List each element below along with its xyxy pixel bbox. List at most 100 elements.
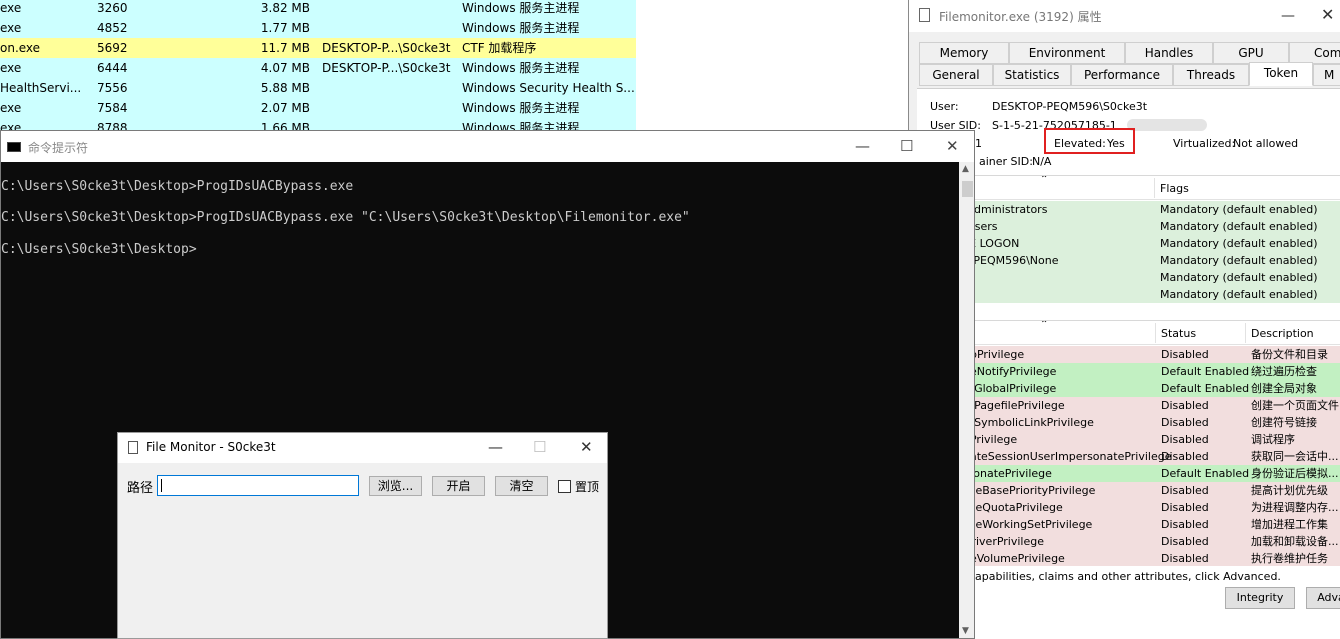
tab-memory[interactable]: Memory	[919, 42, 1009, 64]
process-row[interactable]: exe 6444 4.07 MB DESKTOP-P...\S0cke3t Window…	[0, 58, 636, 78]
minimize-button[interactable]: —	[488, 438, 503, 456]
group-flags: Mandatory (default enabled)	[1160, 237, 1318, 250]
topmost-checkbox[interactable]	[558, 480, 571, 493]
close-button[interactable]: ✕	[1321, 5, 1334, 24]
privilege-name: gateSessionUserImpersonatePrivilege	[965, 450, 1172, 463]
process-description: Windows 服务主进程	[462, 61, 580, 75]
privilege-row[interactable]: tePagefilePrivilege Disabled 创建一个页面文件	[965, 397, 1340, 414]
tab-gpu[interactable]: GPU	[1213, 42, 1289, 64]
elevated-highlight-box	[1044, 128, 1135, 154]
sort-up-icon[interactable]: ⌃	[1040, 176, 1048, 185]
container-sid-value: N/A	[1032, 155, 1052, 168]
process-pid: 7556	[97, 81, 128, 95]
privilege-description: 提高计划优先级	[1251, 484, 1328, 497]
clear-button[interactable]: 清空	[495, 476, 548, 496]
group-flags: Mandatory (default enabled)	[1160, 220, 1318, 233]
process-name: exe	[0, 21, 22, 35]
privilege-description: 为进程调整内存...	[1251, 501, 1339, 514]
tab-handles[interactable]: Handles	[1125, 42, 1213, 64]
start-button[interactable]: 开启	[432, 476, 485, 496]
status-column-header[interactable]: Status	[1161, 327, 1196, 340]
integrity-button[interactable]: Integrity	[1225, 587, 1295, 609]
privilege-name: aseWorkingSetPrivilege	[965, 518, 1093, 531]
browse-button[interactable]: 浏览...	[369, 476, 422, 496]
process-pid: 4852	[97, 21, 128, 35]
flags-column-header[interactable]: Flags	[1160, 182, 1189, 195]
scroll-thumb[interactable]	[962, 181, 973, 197]
privilege-status: Default Enabled	[1161, 382, 1250, 395]
process-memory: 5.88 MB	[260, 81, 310, 95]
group-flags: Mandatory (default enabled)	[1160, 288, 1318, 301]
privilege-row[interactable]: aseWorkingSetPrivilege Disabled 增加进程工作集	[965, 516, 1340, 533]
description-column-header[interactable]: Description	[1251, 327, 1314, 340]
group-row[interactable]: \Users Mandatory (default enabled)	[965, 218, 1340, 235]
group-row[interactable]: Mandatory (default enabled)	[965, 286, 1340, 303]
process-row[interactable]: on.exe 5692 11.7 MB DESKTOP-P...\S0cke3t CTF…	[0, 38, 636, 58]
tab-general[interactable]: General	[919, 64, 993, 86]
group-row[interactable]: \Administrators Mandatory (default enable…	[965, 201, 1340, 218]
privilege-status: Disabled	[1161, 484, 1209, 497]
vertical-scrollbar[interactable]: ▲ ▼	[959, 162, 974, 638]
tab-statistics[interactable]: Statistics	[993, 64, 1071, 86]
privilege-status: Disabled	[1161, 450, 1209, 463]
process-row[interactable]: exe 4852 1.77 MB Windows 服务主进程	[0, 18, 636, 38]
maximize-button[interactable]: ☐	[533, 438, 546, 456]
file-monitor-title-bar[interactable]: File Monitor - S0cke3t — ☐ ✕	[118, 433, 607, 463]
advanced-button[interactable]: Adva	[1306, 587, 1340, 609]
tab-more[interactable]: M	[1313, 64, 1340, 86]
process-row[interactable]: exe 7584 2.07 MB Windows 服务主进程	[0, 98, 636, 118]
tab-performance[interactable]: Performance	[1071, 64, 1173, 86]
scroll-up-icon[interactable]: ▲	[962, 164, 969, 174]
process-user: DESKTOP-P...\S0cke3t	[322, 61, 451, 75]
close-button[interactable]: ✕	[580, 438, 593, 456]
privilege-row[interactable]: rsonatePrivilege Default Enabled 身份验证后模拟..…	[965, 465, 1340, 482]
privilege-row[interactable]: teSymbolicLinkPrivilege Disabled 创建符号链接	[965, 414, 1340, 431]
cmd-title: 命令提示符	[28, 141, 89, 155]
group-row[interactable]: P-PEQM596\None Mandatory (default enabled…	[965, 252, 1340, 269]
process-description: Windows Security Health S...	[462, 81, 635, 95]
privilege-status: Disabled	[1161, 399, 1209, 412]
tab-environment[interactable]: Environment	[1009, 42, 1125, 64]
privilege-row[interactable]: geVolumePrivilege Disabled 执行卷维护任务	[965, 550, 1340, 566]
groups-list[interactable]: ⌃ Flags \Administrators Mandatory (defaul…	[965, 175, 1340, 312]
process-row[interactable]: HealthServi... 7556 5.88 MB Windows Securit…	[0, 78, 636, 98]
privilege-name: aseQuotaPrivilege	[965, 501, 1063, 514]
privilege-row[interactable]: geNotifyPrivilege Default Enabled 绕过遍历检查	[965, 363, 1340, 380]
process-memory: 11.7 MB	[260, 41, 310, 55]
virtualized-value: Not allowed	[1233, 137, 1299, 150]
privilege-row[interactable]: DriverPrivilege Disabled 加载和卸载设备...	[965, 533, 1340, 550]
process-memory: 4.07 MB	[260, 61, 310, 75]
minimize-button[interactable]: —	[1281, 8, 1295, 24]
group-row[interactable]: eMandatory (default enabled)	[965, 269, 1340, 286]
file-monitor-title: File Monitor - S0cke3t	[146, 440, 276, 454]
session-fragment: 1	[975, 137, 982, 150]
process-pid: 3260	[97, 1, 128, 15]
tab-token[interactable]: Token	[1249, 62, 1313, 86]
privilege-description: 身份验证后模拟...	[1251, 467, 1339, 480]
path-input[interactable]	[157, 475, 359, 496]
privilege-row[interactable]: aseBasePriorityPrivilege Disabled 提高计划优先级	[965, 482, 1340, 499]
group-row[interactable]: LE LOGON Mandatory (default enabled)	[965, 235, 1340, 252]
process-user: DESKTOP-P...\S0cke3t	[322, 41, 451, 55]
tab-threads[interactable]: Threads	[1173, 64, 1249, 86]
file-monitor-window: File Monitor - S0cke3t — ☐ ✕ 路径 浏览... 开启…	[117, 432, 608, 639]
process-description: Windows 服务主进程	[462, 21, 580, 35]
privilege-row[interactable]: teGlobalPrivilege Default Enabled 创建全局对象	[965, 380, 1340, 397]
privilege-row[interactable]: aseQuotaPrivilege Disabled 为进程调整内存...	[965, 499, 1340, 516]
privilege-description: 执行卷维护任务	[1251, 552, 1328, 565]
sort-up-icon[interactable]: ⌃	[1040, 321, 1048, 330]
close-button[interactable]: ✕	[946, 137, 959, 155]
privilege-description: 增加进程工作集	[1251, 518, 1328, 531]
minimize-button[interactable]: —	[855, 137, 870, 155]
cmd-title-bar[interactable]: 命令提示符 — ☐ ✕	[1, 131, 974, 162]
tab-com[interactable]: Com	[1289, 42, 1340, 64]
privilege-row[interactable]: upPrivilege Disabled 备份文件和目录	[965, 346, 1340, 363]
privilege-row[interactable]: gPrivilege Disabled 调试程序	[965, 431, 1340, 448]
properties-title-bar[interactable]: Filemonitor.exe (3192) 属性 — ✕	[909, 0, 1340, 32]
process-row[interactable]: exe 3260 3.82 MB Windows 服务主进程	[0, 0, 636, 18]
scroll-down-icon[interactable]: ▼	[962, 626, 969, 636]
privilege-row[interactable]: gateSessionUserImpersonatePrivilege Disab…	[965, 448, 1340, 465]
privileges-list[interactable]: ⌃ Status Description upPrivilege Disabled…	[965, 320, 1340, 566]
user-value: DESKTOP-PEQM596\S0cke3t	[992, 100, 1148, 113]
maximize-button[interactable]: ☐	[900, 137, 913, 155]
